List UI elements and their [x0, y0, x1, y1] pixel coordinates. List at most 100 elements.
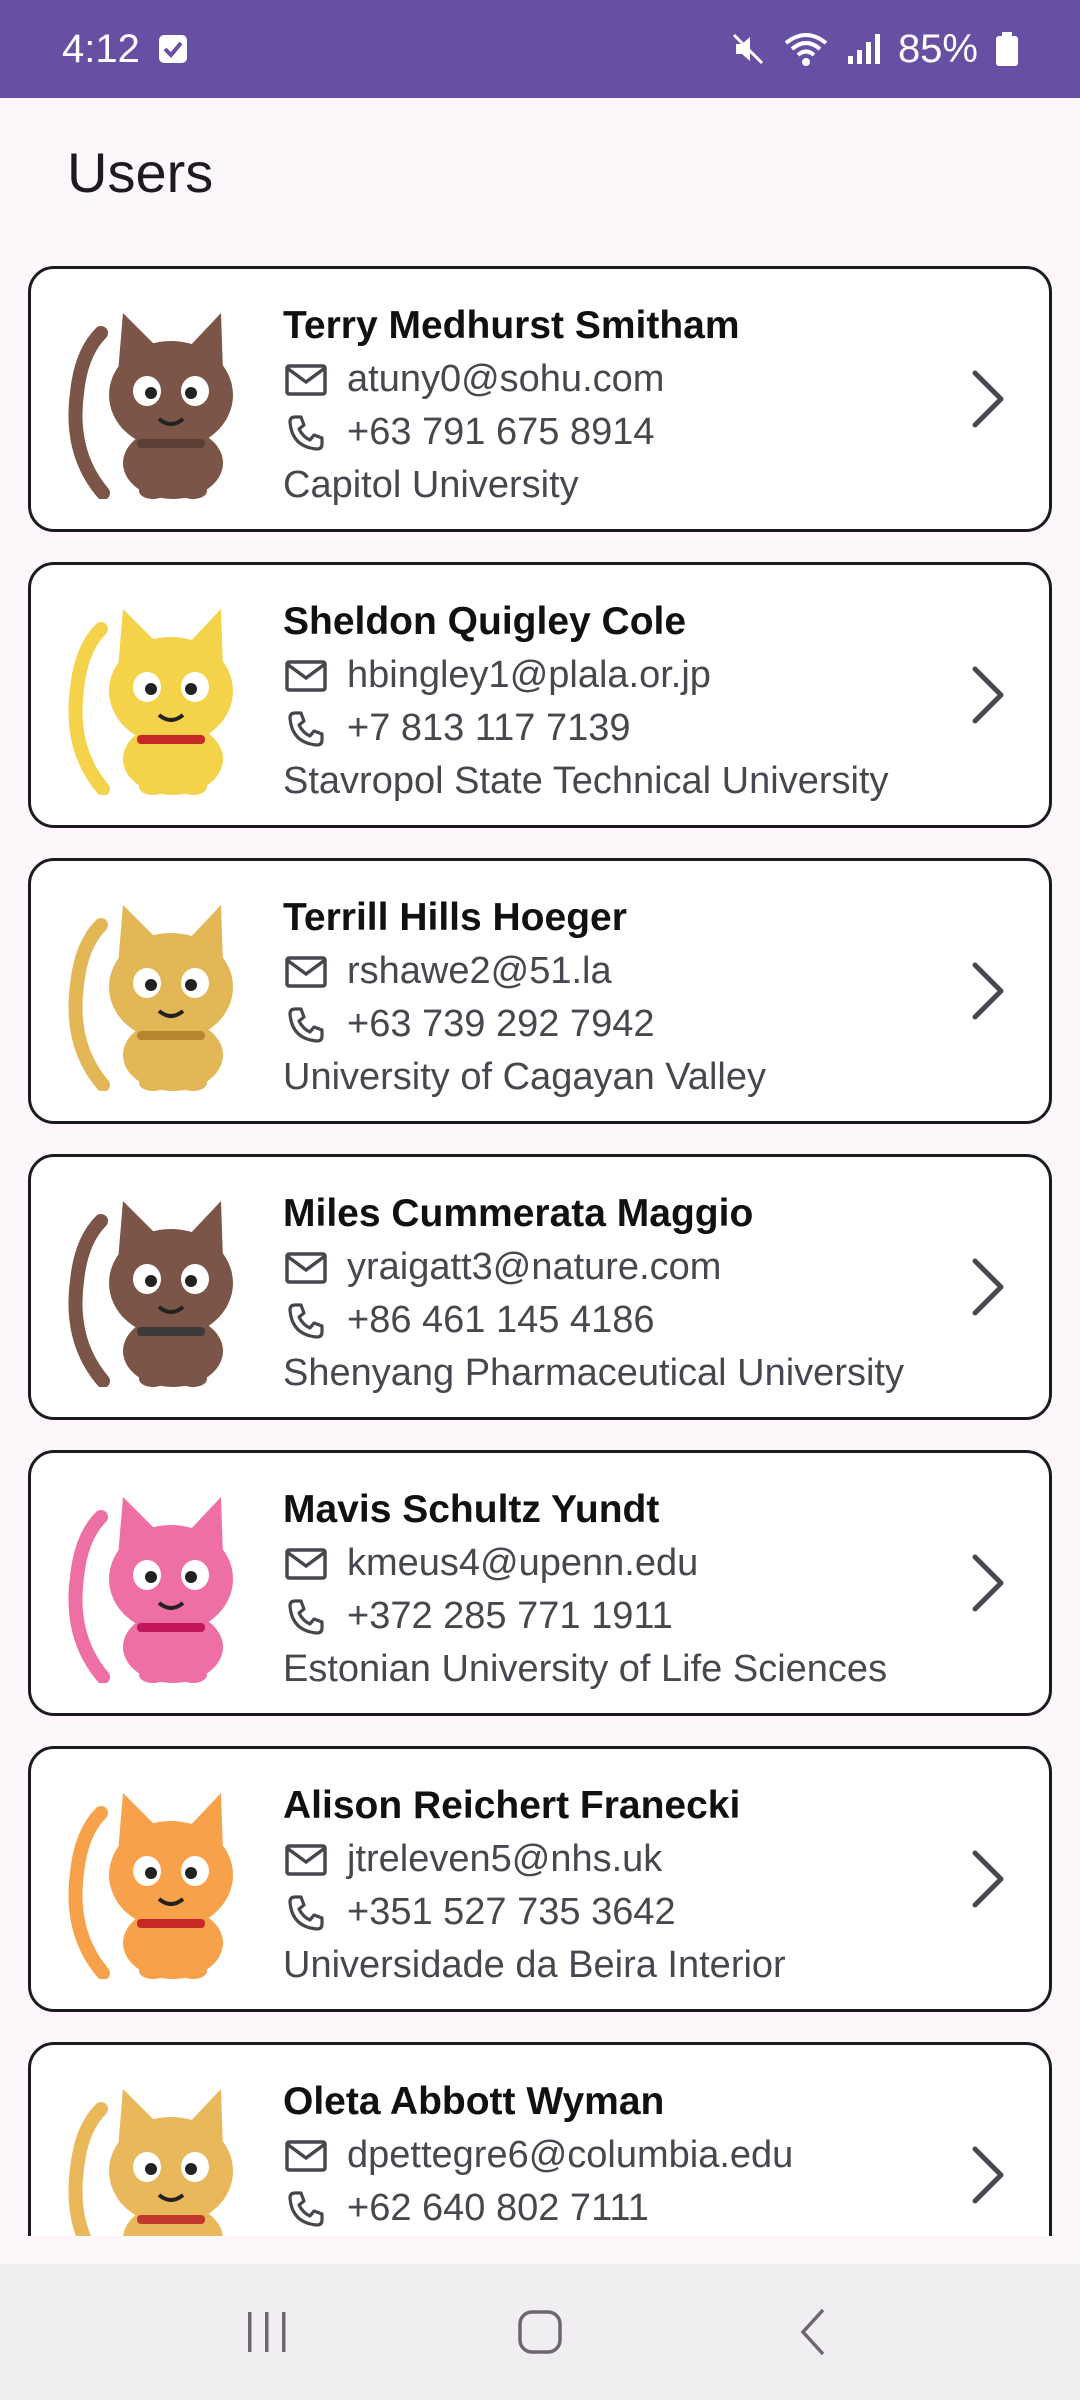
email-row: rshawe2@51.la [283, 945, 929, 998]
user-phone: +86 461 145 4186 [347, 1299, 655, 1341]
user-email: atuny0@sohu.com [347, 358, 665, 400]
user-info: Mavis Schultz Yundt kmeus4@upenn.edu +37… [283, 1483, 929, 1696]
user-card[interactable]: Terrill Hills Hoeger rshawe2@51.la +63 7… [28, 858, 1052, 1124]
system-navigation-bar [0, 2264, 1080, 2400]
email-icon-wrap [283, 1544, 329, 1584]
email-icon-wrap [283, 2136, 329, 2176]
phone-icon-wrap [283, 413, 329, 453]
phone-row: +86 461 145 4186 [283, 1294, 929, 1347]
signal-icon [846, 32, 880, 66]
user-university: Stavropol State Technical University [283, 760, 889, 802]
email-icon-wrap [283, 1248, 329, 1288]
wifi-icon [784, 31, 828, 67]
email-icon [285, 955, 327, 988]
user-email: hbingley1@plala.or.jp [347, 654, 711, 696]
user-card[interactable]: Terry Medhurst Smitham atuny0@sohu.com +… [28, 266, 1052, 532]
user-info: Oleta Abbott Wyman dpettegre6@columbia.e… [283, 2075, 929, 2236]
user-university [283, 2235, 929, 2236]
email-row: yraigatt3@nature.com [283, 1241, 929, 1294]
phone-icon [288, 1006, 324, 1043]
email-row: dpettegre6@columbia.edu [283, 2129, 929, 2182]
chevron-right-icon [972, 962, 1004, 1020]
email-icon-wrap [283, 360, 329, 400]
home-button[interactable] [490, 2292, 590, 2372]
chevron-right-icon [972, 370, 1004, 428]
user-card[interactable]: Miles Cummerata Maggio yraigatt3@nature.… [28, 1154, 1052, 1420]
phone-icon [288, 1302, 324, 1339]
user-name: Miles Cummerata Maggio [283, 1192, 754, 1235]
phone-row: +7 813 117 7139 [283, 702, 929, 755]
user-card[interactable]: Alison Reichert Franecki jtreleven5@nhs.… [28, 1746, 1052, 2012]
phone-row: +351 527 735 3642 [283, 1886, 929, 1939]
home-icon [518, 2310, 562, 2354]
email-icon [285, 363, 327, 396]
cat-avatar-icon [68, 609, 233, 795]
avatar [63, 1783, 253, 1979]
phone-icon [288, 1598, 324, 1635]
user-phone: +372 285 771 1911 [347, 1595, 673, 1637]
user-name: Terrill Hills Hoeger [283, 896, 627, 939]
user-info: Miles Cummerata Maggio yraigatt3@nature.… [283, 1187, 929, 1400]
avatar [63, 2079, 253, 2236]
user-phone: +351 527 735 3642 [347, 1891, 676, 1933]
phone-icon-wrap [283, 1301, 329, 1341]
user-card[interactable]: Oleta Abbott Wyman dpettegre6@columbia.e… [28, 2042, 1052, 2236]
back-icon [800, 2308, 825, 2356]
user-card[interactable]: Mavis Schultz Yundt kmeus4@upenn.edu +37… [28, 1450, 1052, 1716]
back-button[interactable] [763, 2292, 863, 2372]
cat-avatar-icon [68, 905, 233, 1091]
phone-icon [288, 2190, 324, 2227]
user-name: Sheldon Quigley Cole [283, 600, 687, 643]
user-list[interactable]: Terry Medhurst Smitham atuny0@sohu.com +… [28, 266, 1052, 2236]
user-phone: +7 813 117 7139 [347, 707, 631, 749]
user-phone: +62 640 802 7111 [347, 2187, 649, 2229]
cat-avatar-icon [68, 313, 233, 499]
phone-icon-wrap [283, 1893, 329, 1933]
email-icon [285, 1251, 327, 1284]
user-phone: +63 791 675 8914 [347, 411, 655, 453]
status-time: 4:12 [62, 26, 140, 71]
avatar [63, 303, 253, 499]
email-icon-wrap [283, 656, 329, 696]
user-info: Sheldon Quigley Cole hbingley1@plala.or.… [283, 595, 929, 808]
checkbox-notification-icon [158, 34, 188, 64]
user-card[interactable]: Sheldon Quigley Cole hbingley1@plala.or.… [28, 562, 1052, 828]
avatar [63, 895, 253, 1091]
user-name: Alison Reichert Franecki [283, 1784, 741, 1827]
user-phone: +63 739 292 7942 [347, 1003, 655, 1045]
phone-row: +63 791 675 8914 [283, 406, 929, 459]
phone-row: +372 285 771 1911 [283, 1590, 929, 1643]
phone-icon [288, 710, 324, 747]
recent-apps-button[interactable] [217, 2292, 317, 2372]
phone-icon-wrap [283, 2189, 329, 2229]
avatar [63, 599, 253, 795]
chevron-right-icon [972, 1850, 1004, 1908]
email-row: kmeus4@upenn.edu [283, 1537, 929, 1590]
phone-icon-wrap [283, 1597, 329, 1637]
user-info: Alison Reichert Franecki jtreleven5@nhs.… [283, 1779, 929, 1992]
phone-icon-wrap [283, 709, 329, 749]
user-email: dpettegre6@columbia.edu [347, 2134, 794, 2176]
chevron-right-icon [972, 1258, 1004, 1316]
cat-avatar-icon [68, 1497, 233, 1683]
avatar [63, 1487, 253, 1683]
user-name: Mavis Schultz Yundt [283, 1488, 660, 1531]
chevron-right-icon [972, 2146, 1004, 2204]
mute-icon [730, 31, 766, 67]
status-bar: 4:12 85% [0, 0, 1080, 98]
email-icon [285, 1547, 327, 1580]
chevron-right-icon [972, 666, 1004, 724]
battery-percentage: 85% [897, 26, 978, 71]
user-name: Oleta Abbott Wyman [283, 2080, 665, 2123]
user-email: jtreleven5@nhs.uk [347, 1838, 663, 1880]
user-university: Universidade da Beira Interior [283, 1944, 786, 1986]
phone-icon-wrap [283, 1005, 329, 1045]
email-icon [285, 1843, 327, 1876]
email-row: jtreleven5@nhs.uk [283, 1833, 929, 1886]
user-email: kmeus4@upenn.edu [347, 1542, 699, 1584]
cat-avatar-icon [68, 2089, 233, 2236]
battery-icon [996, 32, 1018, 66]
user-university: University of Cagayan Valley [283, 1056, 766, 1098]
avatar [63, 1191, 253, 1387]
user-email: yraigatt3@nature.com [347, 1246, 722, 1288]
